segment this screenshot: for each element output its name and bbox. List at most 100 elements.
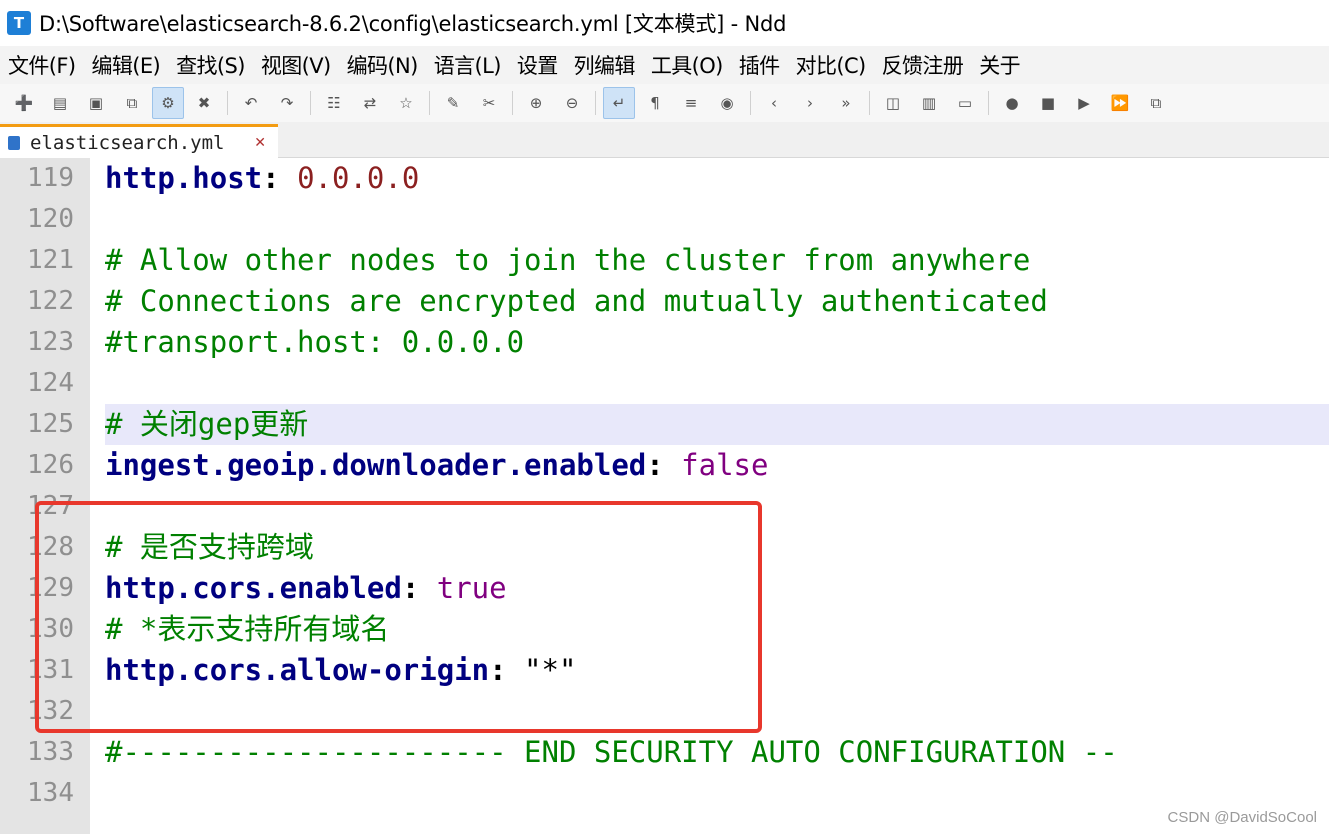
line-number: 123: [27, 327, 74, 357]
tab-elasticsearch-yml[interactable]: elasticsearch.yml ✕: [0, 124, 278, 158]
line-content: http.host: 0.0.0.0: [105, 158, 1329, 199]
prev-icon[interactable]: ‹: [758, 87, 790, 119]
code-line[interactable]: 120: [0, 199, 1329, 240]
token-num: 0.0.0.0: [297, 161, 420, 195]
token-colon: :: [646, 448, 682, 482]
columns-icon[interactable]: ◫: [877, 87, 909, 119]
word-wrap-icon[interactable]: ↵: [603, 87, 635, 119]
watermark: CSDN @DavidSoCool: [1167, 809, 1317, 826]
menu-item-2[interactable]: 查找(S): [168, 50, 253, 80]
open-file-icon[interactable]: ▤: [44, 87, 76, 119]
menu-item-4[interactable]: 编码(N): [339, 50, 426, 80]
menu-item-6[interactable]: 设置: [509, 50, 566, 80]
code-line[interactable]: 122 # Connections are encrypted and mutua…: [0, 281, 1329, 322]
close-file-icon[interactable]: ✖: [188, 87, 220, 119]
app-logo-icon: T: [7, 11, 31, 35]
close-icon[interactable]: ✕: [254, 135, 266, 151]
toolbar-separator: [429, 91, 430, 115]
code-line[interactable]: 123 #transport.host: 0.0.0.0: [0, 322, 1329, 363]
toolbar-separator: [869, 91, 870, 115]
token-cmt: #---------------------- END SECURITY AUT…: [105, 735, 1118, 769]
code-line[interactable]: 121 # Allow other nodes to join the clust…: [0, 240, 1329, 281]
window-title: D:\Software\elasticsearch-8.6.2\config\e…: [39, 12, 787, 36]
line-content: #---------------------- END SECURITY AUT…: [105, 732, 1329, 773]
save-icon[interactable]: ▣: [80, 87, 112, 119]
line-number: 124: [27, 368, 74, 398]
code-line[interactable]: 133 #---------------------- END SECURITY …: [0, 732, 1329, 773]
menu-item-12[interactable]: 关于: [971, 50, 1028, 80]
target-icon[interactable]: ◉: [711, 87, 743, 119]
toolbar-separator: [988, 91, 989, 115]
stop-macro-icon[interactable]: ■: [1032, 87, 1064, 119]
record-macro-icon[interactable]: ●: [996, 87, 1028, 119]
token-cmt: # 关闭gep更新: [105, 407, 309, 441]
line-number: 133: [27, 737, 74, 767]
menu-item-3[interactable]: 视图(V): [253, 50, 339, 80]
toolbar-separator: [512, 91, 513, 115]
replace-icon[interactable]: ⇄: [354, 87, 386, 119]
menu-item-7[interactable]: 列编辑: [566, 50, 643, 80]
token-key: ingest.geoip.downloader.enabled: [105, 448, 647, 482]
highlight-annotation-box: [35, 501, 762, 733]
line-content: # Connections are encrypted and mutually…: [105, 281, 1329, 322]
tab-label: elasticsearch.yml: [30, 131, 225, 154]
menu-bar: 文件(F) 编辑(E) 查找(S) 视图(V) 编码(N) 语言(L) 设置 列编辑 工具(O)…: [0, 46, 1329, 84]
token-cmt: # Connections are encrypted and mutually…: [105, 284, 1048, 318]
eraser-icon[interactable]: ✂: [473, 87, 505, 119]
code-line[interactable]: 126 ingest.geoip.downloader.enabled: fals…: [0, 445, 1329, 486]
line-content: # Allow other nodes to join the cluster …: [105, 240, 1329, 281]
find-icon[interactable]: ☷: [318, 87, 350, 119]
code-line[interactable]: 119 http.host: 0.0.0.0: [0, 158, 1329, 199]
line-content: #transport.host: 0.0.0.0: [105, 322, 1329, 363]
menu-item-10[interactable]: 对比(C): [788, 50, 874, 80]
title-bar: T D:\Software\elasticsearch-8.6.2\config…: [0, 0, 1329, 46]
menu-item-5[interactable]: 语言(L): [426, 50, 509, 80]
line-number: 119: [27, 163, 74, 193]
token-colon: :: [262, 161, 298, 195]
toolbar-separator: [595, 91, 596, 115]
token-key: http.host: [105, 161, 263, 195]
toolbar-separator: [750, 91, 751, 115]
undo-icon[interactable]: ↶: [235, 87, 267, 119]
line-content: # 关闭gep更新: [105, 404, 1329, 445]
zoom-out-icon[interactable]: ⊖: [556, 87, 588, 119]
next-icon[interactable]: ›: [794, 87, 826, 119]
menu-item-8[interactable]: 工具(O): [643, 50, 731, 80]
new-file-icon[interactable]: ➕: [8, 87, 40, 119]
run-multiple-icon[interactable]: ⏩: [1104, 87, 1136, 119]
play-macro-icon[interactable]: ▶: [1068, 87, 1100, 119]
monitor-icon[interactable]: ▭: [949, 87, 981, 119]
redo-icon[interactable]: ↷: [271, 87, 303, 119]
line-number: 122: [27, 286, 74, 316]
toolbar-separator: [310, 91, 311, 115]
toolbar-separator: [227, 91, 228, 115]
show-symbols-icon[interactable]: ¶: [639, 87, 671, 119]
line-number: 121: [27, 245, 74, 275]
line-content: [105, 773, 1329, 814]
code-line[interactable]: 134: [0, 773, 1329, 814]
tab-bar: elasticsearch.yml ✕: [0, 122, 1329, 158]
token-kw: false: [681, 448, 769, 482]
code-line[interactable]: 124: [0, 363, 1329, 404]
line-number: 126: [27, 450, 74, 480]
code-line[interactable]: 125 # 关闭gep更新: [0, 404, 1329, 445]
marker-icon[interactable]: ✎: [437, 87, 469, 119]
save-macro-icon[interactable]: ⧉: [1140, 87, 1172, 119]
zoom-in-icon[interactable]: ⊕: [520, 87, 552, 119]
line-content: [105, 199, 1329, 240]
line-number: 134: [27, 778, 74, 808]
file-icon: [8, 135, 20, 150]
menu-item-9[interactable]: 插件: [731, 50, 788, 80]
line-number: 125: [27, 409, 74, 439]
compare-icon[interactable]: ▥: [913, 87, 945, 119]
toolbar: ➕ ▤ ▣ ⧉ ⚙ ✖ ↶ ↷ ☷ ⇄ ☆ ✎ ✂ ⊕ ⊖ ↵ ¶ ≡ ◉ ‹ ›» ◫ ▥ ▭ ● ■ ▶ ⏩ ⧉: [0, 84, 1329, 122]
indent-guide-icon[interactable]: ≡: [675, 87, 707, 119]
save-all-icon[interactable]: ⧉: [116, 87, 148, 119]
menu-item-1[interactable]: 编辑(E): [83, 50, 168, 80]
bookmark-icon[interactable]: ☆: [390, 87, 422, 119]
menu-item-11[interactable]: 反馈注册: [874, 50, 972, 80]
goto-icon[interactable]: »: [830, 87, 862, 119]
line-content: [105, 363, 1329, 404]
menu-item-0[interactable]: 文件(F): [0, 50, 83, 80]
settings-icon[interactable]: ⚙: [152, 87, 184, 119]
